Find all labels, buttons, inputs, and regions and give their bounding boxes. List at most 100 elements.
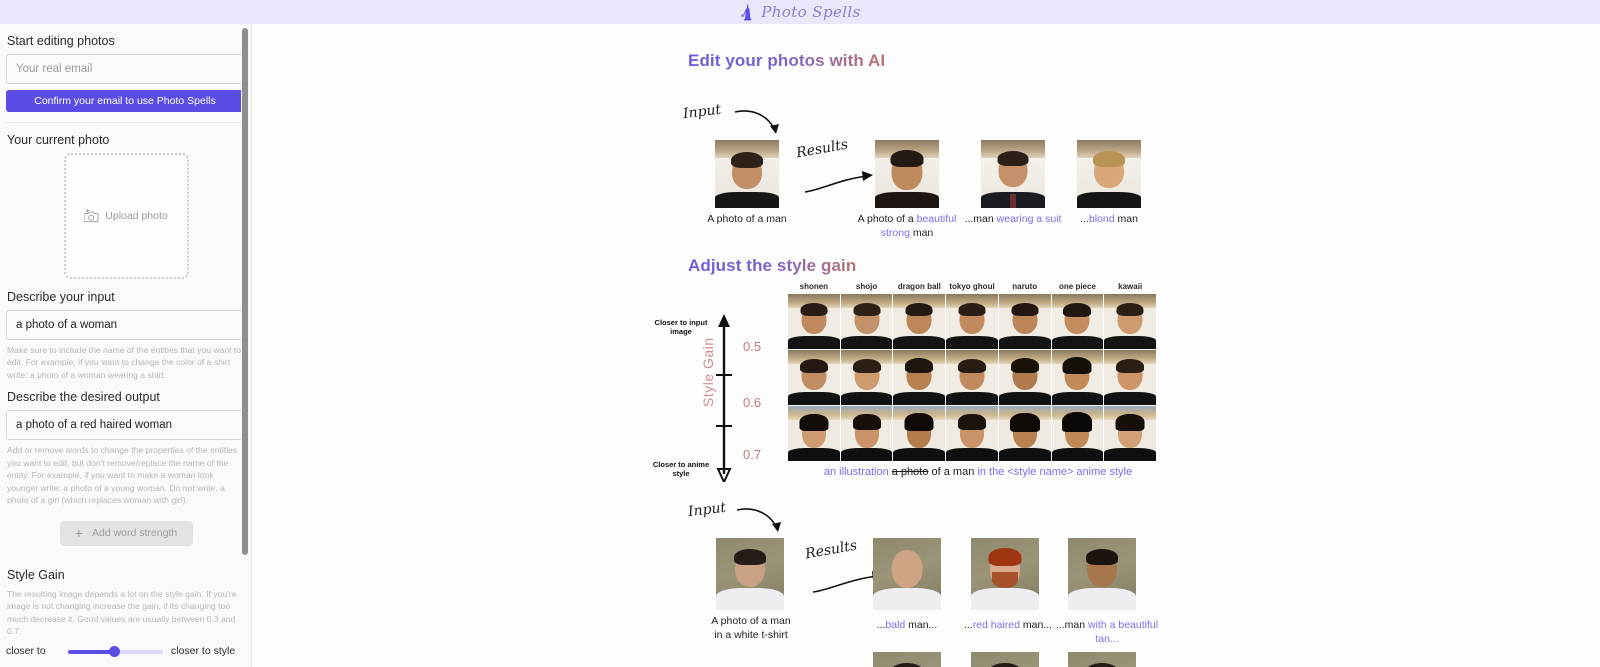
column-header: shonen xyxy=(799,282,829,291)
grid-cell xyxy=(1104,406,1157,461)
caption-hl: wearing a suit xyxy=(996,213,1062,225)
caption-post: man xyxy=(909,227,934,240)
results-arrow-1 xyxy=(804,171,873,193)
style-grid-row xyxy=(788,350,1157,405)
app-root: Photo Spells Start editing photos Confir… xyxy=(0,0,1600,667)
caption-strike: a photo xyxy=(891,466,929,478)
caption-pre: ...man xyxy=(964,213,997,225)
add-word-strength-button[interactable]: + Add word strength xyxy=(59,520,193,546)
column-header: tokyo ghoul xyxy=(949,282,995,291)
result-photo-2-3 xyxy=(1068,538,1136,610)
sidebar-scrollbar-track[interactable] xyxy=(241,24,250,667)
caption-hl: an illustration xyxy=(823,466,892,478)
describe-output-heading: Describe the desired output xyxy=(7,390,160,405)
caption-pre: ... xyxy=(1080,213,1089,225)
style-grid-row xyxy=(788,294,1157,349)
describe-input-field[interactable] xyxy=(6,310,244,340)
grid-cell xyxy=(998,406,1051,461)
result-caption-2-1: ...bald man... xyxy=(861,618,953,632)
grid-cell xyxy=(893,294,946,349)
confirm-email-button[interactable]: Confirm your email to use Photo Spells xyxy=(6,90,244,112)
axis-title-wrap: Style Gain xyxy=(678,337,738,407)
axis-title: Style Gain xyxy=(700,337,716,407)
sidebar-content: Start editing photos Confirm your email … xyxy=(0,24,251,667)
grid-cell xyxy=(893,350,946,405)
caption-hl: red haired xyxy=(972,619,1020,631)
caption-pre: ... xyxy=(963,619,973,631)
input-photo-1 xyxy=(715,140,779,208)
input-photo-2 xyxy=(716,538,784,610)
caption-hl: with a beautiful tan... xyxy=(1088,619,1159,646)
sidebar-panel: Start editing photos Confirm your email … xyxy=(0,24,252,667)
main-content: Edit your photos with AI Input A photo o… xyxy=(253,24,1600,667)
style-gain-heading: Style Gain xyxy=(7,567,65,582)
section-title-edit-photos: Edit your photos with AI xyxy=(688,51,886,70)
upload-photo-label: Upload photo xyxy=(105,210,168,222)
style-gain-slider-row: closer to closer to style xyxy=(6,645,251,658)
grid-cell xyxy=(840,406,893,461)
plus-icon: + xyxy=(74,525,83,542)
sidebar-divider xyxy=(6,122,244,123)
start-editing-heading: Start editing photos xyxy=(7,34,115,48)
caption-post: man... xyxy=(905,619,938,631)
sidebar-scrollbar-thumb[interactable] xyxy=(242,28,248,555)
column-header: naruto xyxy=(1012,282,1038,291)
grid-cell xyxy=(1051,406,1104,461)
style-gain-slider[interactable] xyxy=(68,646,163,658)
result-photo-3-2 xyxy=(971,652,1039,667)
grid-cell xyxy=(893,406,946,461)
camera-plus-icon xyxy=(84,209,99,223)
wizard-icon xyxy=(741,4,752,21)
section-title-style-gain: Adjust the style gain xyxy=(688,256,857,275)
input-caption-2: A photo of a man in a white t-shirt xyxy=(693,614,809,642)
result-caption-1-3: ...blond man xyxy=(1053,212,1165,226)
grid-cell xyxy=(1051,350,1104,405)
grid-cell xyxy=(788,294,840,349)
result-photo-3-3 xyxy=(1068,652,1136,667)
style-gain-axis xyxy=(716,314,732,482)
gain-value-1: 0.6 xyxy=(743,395,762,410)
add-word-strength-label: Add word strength xyxy=(91,527,178,540)
grid-cell xyxy=(840,294,893,349)
slider-thumb[interactable] xyxy=(108,646,120,658)
axis-bottom-caption: Closer to anime style xyxy=(652,460,710,478)
style-grid-header: shonen shojo dragon ball tokyo ghoul nar… xyxy=(788,282,1156,291)
describe-input-heading: Describe your input xyxy=(7,290,115,304)
column-header: shojo xyxy=(855,282,878,291)
caption-pre: A photo of a xyxy=(857,213,917,225)
input-label-1: Input xyxy=(682,101,722,123)
grid-cell xyxy=(788,406,840,461)
column-header: kawaii xyxy=(1118,282,1143,291)
results-label-1: Results xyxy=(795,136,850,162)
email-input[interactable] xyxy=(6,54,244,84)
upload-dropzone[interactable]: Upload photo xyxy=(63,153,189,279)
brand-title: Photo Spells xyxy=(761,3,861,21)
caption-hl: in the <style name> anime style xyxy=(977,466,1133,478)
result-photo-3-1 xyxy=(873,652,941,667)
results-label-2: Results xyxy=(804,537,859,563)
caption-post: man xyxy=(1114,213,1138,225)
grid-cell xyxy=(1051,294,1104,349)
result-caption-2-3: ...man with a beautiful tan... xyxy=(1053,618,1161,646)
describe-output-hint: Add or remove words to change the proper… xyxy=(7,445,238,506)
result-caption-2-2: ...red haired man... xyxy=(953,618,1063,632)
slider-right-label: closer to style xyxy=(171,645,236,658)
caption-plain: of a man xyxy=(928,466,978,478)
result-photo-1-3 xyxy=(1077,140,1141,208)
grid-cell xyxy=(998,350,1051,405)
grid-cell xyxy=(946,294,998,349)
caption-hl: bald xyxy=(885,619,906,631)
input-caption-1: A photo of a man xyxy=(707,213,787,225)
grid-cell xyxy=(788,350,840,405)
gain-value-2: 0.7 xyxy=(743,447,762,462)
describe-input-hint: Make sure to include the name of the ent… xyxy=(7,345,242,380)
result-photo-1-2 xyxy=(981,140,1045,208)
describe-output-field[interactable] xyxy=(6,410,244,441)
gain-value-0: 0.5 xyxy=(743,339,762,354)
result-photo-2-1 xyxy=(873,538,941,610)
input-label-2: Input xyxy=(687,499,727,521)
result-caption-1-1: A photo of a beautiful strong man xyxy=(845,212,969,240)
axis-top-caption: Closer to input image xyxy=(654,318,708,336)
column-header: one piece xyxy=(1059,282,1096,291)
result-photo-2-2 xyxy=(971,538,1039,610)
